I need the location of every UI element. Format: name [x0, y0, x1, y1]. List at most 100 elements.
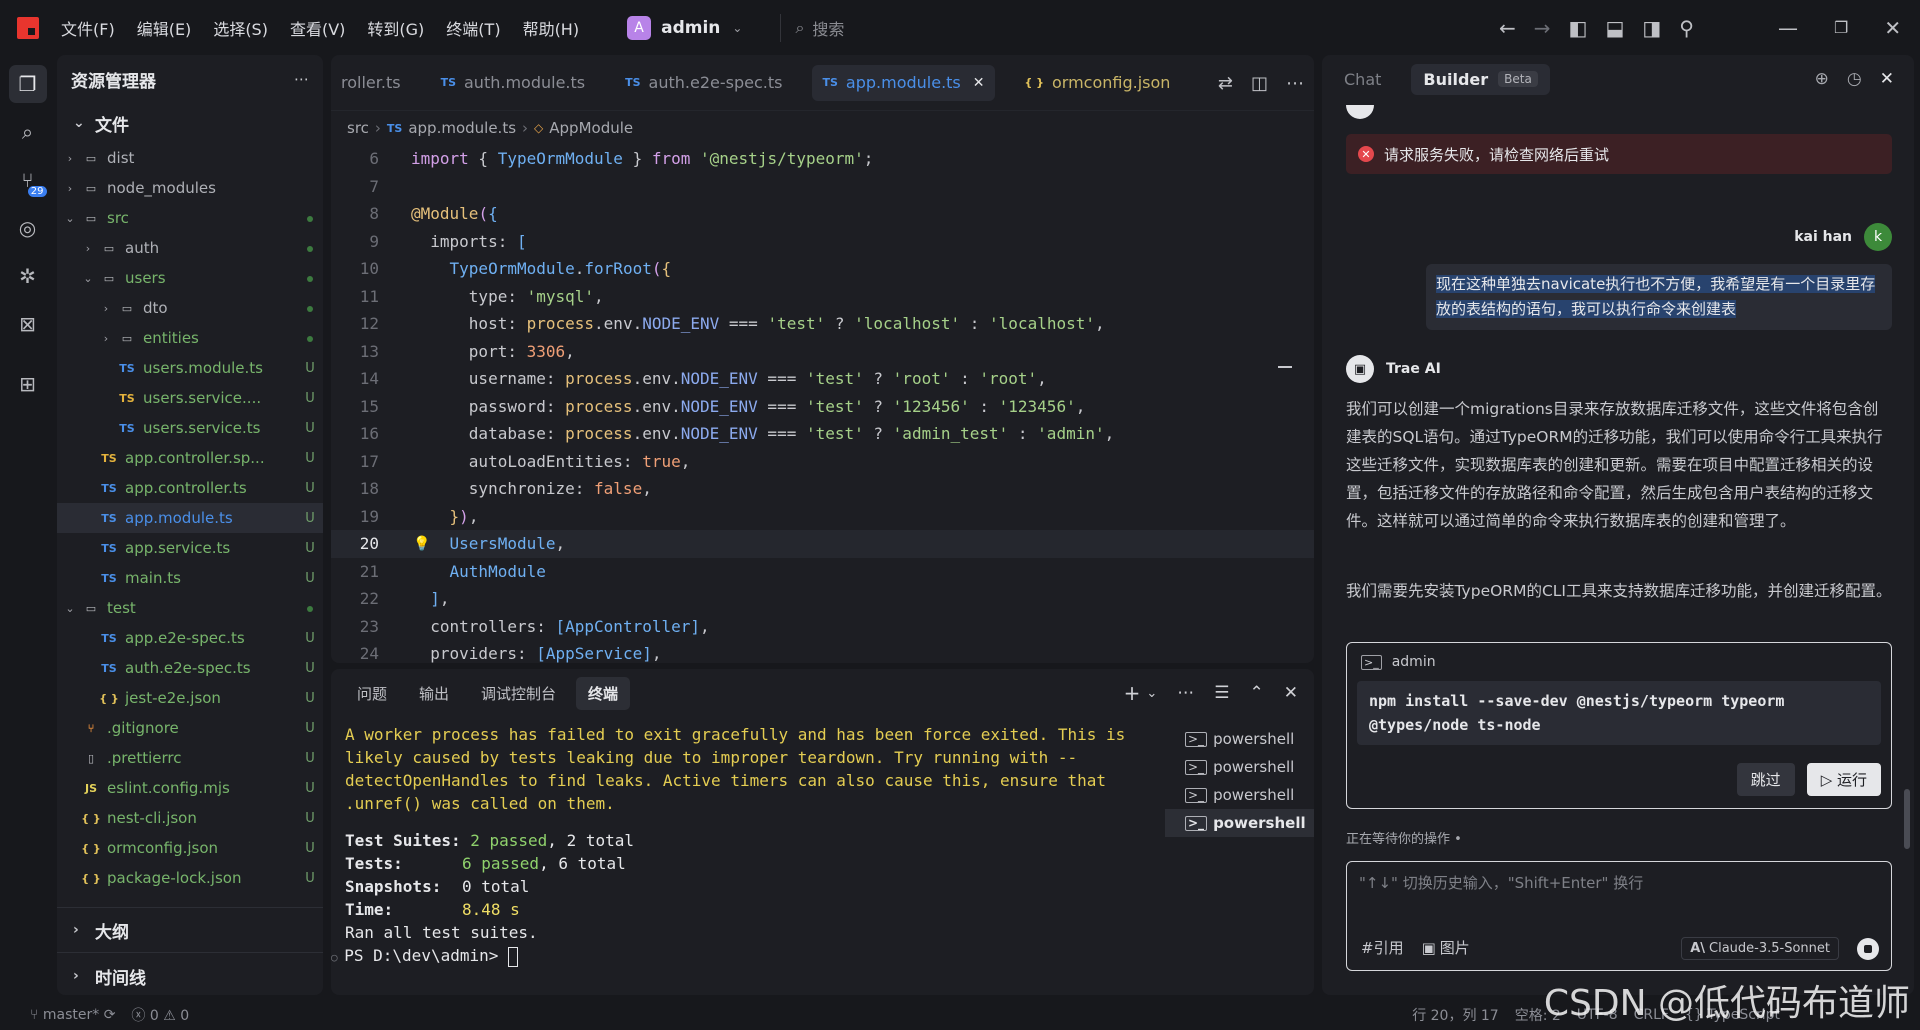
close-panel-icon[interactable]: ✕: [1284, 683, 1298, 703]
editor-tab[interactable]: TS app.module.ts ✕: [812, 64, 995, 101]
tree-file[interactable]: JS eslint.config.mjs U: [57, 773, 323, 803]
tree-folder[interactable]: ⌄ ▭ test: [57, 593, 323, 623]
workspace-switcher[interactable]: A admin ⌄: [627, 15, 742, 40]
tab-builder[interactable]: Builder Beta: [1411, 63, 1550, 95]
tree-folder[interactable]: ⌄ ▭ users: [57, 263, 323, 293]
terminal-instance[interactable]: >_ powershell: [1165, 753, 1314, 781]
tree-folder[interactable]: › ▭ auth: [57, 233, 323, 263]
indentation[interactable]: 空格: 2: [1515, 1005, 1561, 1025]
run-button[interactable]: ▷ 运行: [1806, 763, 1881, 796]
more-icon[interactable]: ⋯: [294, 70, 309, 88]
new-chat-icon[interactable]: ⊕: [1815, 69, 1829, 89]
forward-icon[interactable]: →: [1534, 16, 1551, 40]
toggle-aux-sidebar-icon[interactable]: ◨: [1642, 16, 1661, 40]
tree-folder[interactable]: ⌄ ▭ src: [57, 203, 323, 233]
cursor-position[interactable]: 行 20，列 17: [1412, 1005, 1499, 1025]
breadcrumb-file[interactable]: app.module.ts: [408, 119, 516, 137]
tree-file[interactable]: { } package-lock.json U: [57, 863, 323, 893]
tree-file[interactable]: TS app.e2e-spec.ts U: [57, 623, 323, 653]
encoding[interactable]: UTF-8: [1577, 1007, 1618, 1023]
panel-tab[interactable]: 调试控制台: [469, 677, 568, 710]
menu-item[interactable]: 转到(G): [367, 16, 424, 40]
tree-file[interactable]: TS users.module.ts U: [57, 353, 323, 383]
model-selector[interactable]: A\ Claude-3.5-Sonnet: [1681, 937, 1839, 960]
menu-item[interactable]: 文件(F): [61, 16, 115, 40]
more-icon[interactable]: ⋯: [1177, 683, 1194, 703]
tree-file[interactable]: TS app.controller.sp... U: [57, 443, 323, 473]
tree-file[interactable]: TS main.ts U: [57, 563, 323, 593]
compare-icon[interactable]: ⇄: [1218, 73, 1233, 94]
split-editor-icon[interactable]: ◫: [1251, 73, 1268, 94]
line-ending[interactable]: CRLF: [1634, 1007, 1669, 1023]
tree-file[interactable]: TS app.service.ts U: [57, 533, 323, 563]
menu-item[interactable]: 帮助(H): [523, 16, 580, 40]
chat-scrollbar[interactable]: [1904, 789, 1910, 849]
terminal-instance[interactable]: >_ powershell: [1165, 781, 1314, 809]
source-control-icon[interactable]: ⑂ 29: [9, 161, 47, 199]
tree-file[interactable]: TS auth.e2e-spec.ts U: [57, 653, 323, 683]
tree-file[interactable]: TS users.service.ts U: [57, 413, 323, 443]
remote-explorer-icon[interactable]: ⊠: [9, 305, 47, 343]
menu-item[interactable]: 选择(S): [213, 16, 268, 40]
files-section-header[interactable]: ⌄ 文件: [57, 107, 323, 139]
chevron-down-icon[interactable]: ⌄: [1146, 686, 1157, 701]
tree-file[interactable]: TS users.service.... U: [57, 383, 323, 413]
skip-button[interactable]: 跳过: [1736, 763, 1795, 796]
tree-folder[interactable]: › ▭ entities: [57, 323, 323, 353]
breadcrumb-symbol[interactable]: AppModule: [549, 119, 633, 137]
terminal-instance[interactable]: >_ powershell: [1165, 809, 1314, 837]
terminal-output[interactable]: A worker process has failed to exit grac…: [331, 723, 1175, 969]
extensions-icon[interactable]: ⊞: [9, 365, 47, 403]
menu-item[interactable]: 查看(V): [290, 16, 345, 40]
tab-chat[interactable]: Chat: [1344, 64, 1393, 95]
problems-status[interactable]: ⓧ 0 ⚠ 0: [131, 1005, 189, 1025]
explorer-icon[interactable]: ❐: [8, 65, 47, 103]
tree-folder[interactable]: › ▭ dist: [57, 143, 323, 173]
editor-tab[interactable]: roller.ts: [331, 65, 411, 101]
menu-item[interactable]: 编辑(E): [137, 16, 192, 40]
panel-tab[interactable]: 终端: [576, 676, 631, 710]
editor-tab[interactable]: { } ormconfig.json: [1015, 65, 1181, 101]
tree-file[interactable]: { } jest-e2e.json U: [57, 683, 323, 713]
language-mode[interactable]: {} TypeScript: [1685, 1007, 1780, 1023]
editor-tab[interactable]: TS auth.module.ts: [431, 65, 596, 101]
chat-input[interactable]: [1359, 872, 1879, 912]
lightbulb-icon[interactable]: 💡: [413, 536, 430, 552]
add-terminal-icon[interactable]: +: [1124, 681, 1141, 705]
tree-file[interactable]: TS app.module.ts U: [57, 503, 323, 533]
stop-button[interactable]: [1857, 938, 1879, 960]
image-button[interactable]: ▣ 图片: [1422, 937, 1488, 958]
breadcrumb-folder[interactable]: src: [347, 119, 369, 137]
menu-item[interactable]: 终端(T): [446, 16, 500, 40]
tree-file[interactable]: { } nest-cli.json U: [57, 803, 323, 833]
account-icon[interactable]: ⚲: [1679, 16, 1694, 40]
minimize-icon[interactable]: —: [1778, 16, 1798, 40]
tree-file[interactable]: TS app.controller.ts U: [57, 473, 323, 503]
toggle-panel-icon[interactable]: ⬓: [1605, 16, 1624, 40]
outline-section-header[interactable]: › 大纲: [57, 914, 129, 946]
debug-icon[interactable]: ✲: [9, 257, 47, 295]
timeline-section-header[interactable]: › 时间线: [57, 960, 146, 992]
tree-file[interactable]: ▯ .prettierrc U: [57, 743, 323, 773]
panel-tab[interactable]: 输出: [407, 677, 461, 710]
maximize-panel-icon[interactable]: ⌃: [1250, 683, 1264, 703]
terminal-instance[interactable]: >_ powershell: [1165, 725, 1314, 753]
back-icon[interactable]: ←: [1499, 16, 1516, 40]
reference-button[interactable]: #引用: [1361, 937, 1404, 958]
tree-folder[interactable]: › ▭ node_modules: [57, 173, 323, 203]
tree-folder[interactable]: › ▭ dto: [57, 293, 323, 323]
code-editor[interactable]: 6 import { TypeOrmModule } from '@nestjs/…: [331, 145, 1314, 663]
search-input[interactable]: ⌕ 搜索: [780, 13, 844, 42]
editor-tab[interactable]: TS auth.e2e-spec.ts: [615, 65, 792, 101]
toggle-sidebar-icon[interactable]: ◧: [1569, 16, 1588, 40]
tree-file[interactable]: { } ormconfig.json U: [57, 833, 323, 863]
tree-file[interactable]: ⑂ .gitignore U: [57, 713, 323, 743]
remote-icon[interactable]: ◎: [9, 209, 47, 247]
history-icon[interactable]: ◷: [1847, 69, 1862, 89]
close-window-icon[interactable]: ✕: [1884, 16, 1901, 40]
branch-status[interactable]: ⑂ master* ⟳: [30, 1007, 115, 1023]
panel-tab[interactable]: 问题: [345, 677, 399, 710]
more-icon[interactable]: ⋯: [1286, 73, 1304, 94]
search-icon[interactable]: ⌕: [9, 113, 47, 151]
close-tab-icon[interactable]: ✕: [973, 75, 985, 91]
